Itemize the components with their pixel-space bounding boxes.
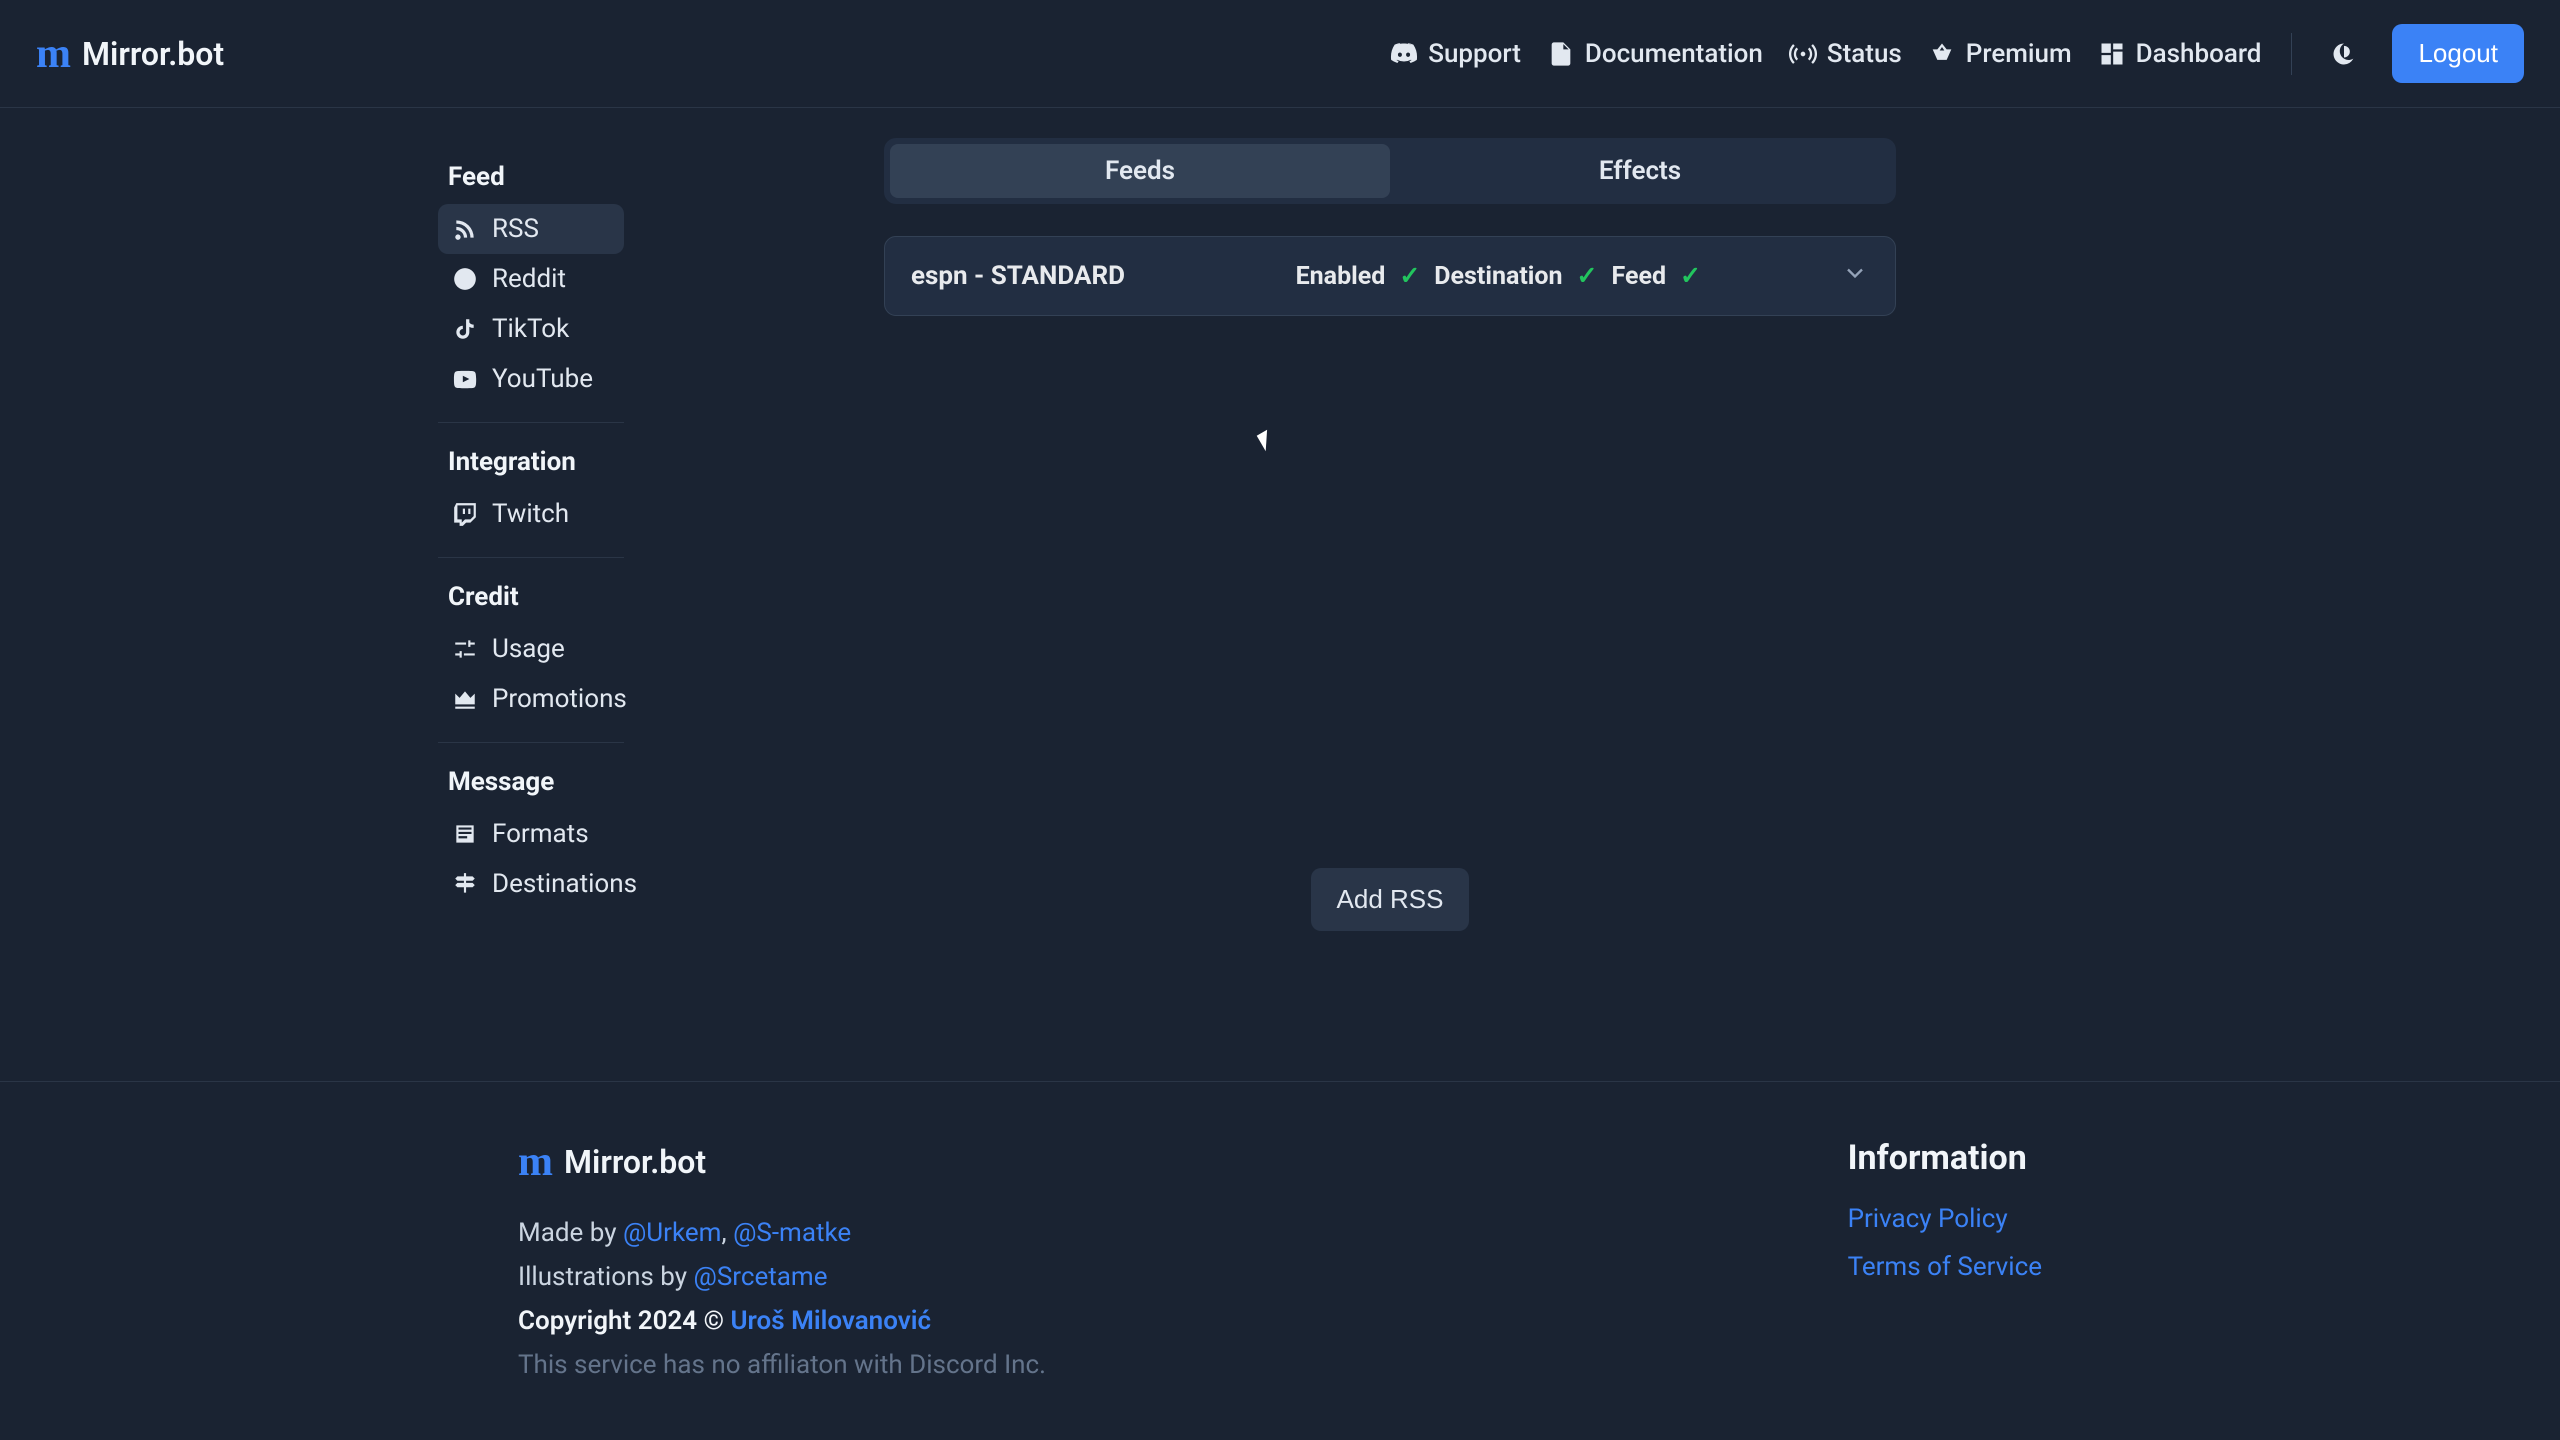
sidebar-item-tiktok[interactable]: TikTok (438, 304, 624, 354)
content-area: Feeds Effects espn - STANDARD Enabled ✓ … (884, 138, 1896, 1081)
premium-icon (1928, 40, 1956, 68)
sidebar-section-message: Message Formats Destinations (438, 742, 624, 923)
nav-separator (2291, 33, 2292, 75)
crown-icon (452, 686, 478, 712)
footer-illustrator-link[interactable]: @Srcetame (694, 1262, 828, 1292)
sidebar-item-label: Formats (492, 819, 589, 849)
footer-left: m Mirror.bot Made by @Urkem, @S-matke Il… (518, 1138, 1046, 1380)
footer-copyright: Copyright 2024 © Uroš Milovanović (518, 1306, 1046, 1336)
list-icon (452, 821, 478, 847)
sidebar-item-promotions[interactable]: Promotions (438, 674, 624, 724)
sidebar-item-label: Reddit (492, 264, 566, 294)
footer-logo[interactable]: m Mirror.bot (518, 1138, 1046, 1186)
sidebar-item-twitch[interactable]: Twitch (438, 489, 624, 539)
nav-dashboard-label: Dashboard (2136, 39, 2262, 69)
logo-mark-icon: m (36, 30, 68, 78)
brand-name: Mirror.bot (82, 35, 224, 73)
feed-row[interactable]: espn - STANDARD Enabled ✓ Destination ✓ … (884, 236, 1896, 316)
footer-privacy-link[interactable]: Privacy Policy (1848, 1204, 2042, 1234)
check-icon: ✓ (1577, 261, 1598, 291)
check-icon: ✓ (1680, 261, 1701, 291)
sidebar-item-label: Promotions (492, 684, 627, 714)
sidebar-item-reddit[interactable]: Reddit (438, 254, 624, 304)
sidebar-section-feed: Feed RSS Reddit TikTok YouTube (438, 138, 624, 418)
footer-text: Illustrations by (518, 1262, 694, 1292)
twitch-icon (452, 501, 478, 527)
sidebar-section-credit: Credit Usage Promotions (438, 557, 624, 738)
nav-status[interactable]: Status (1789, 39, 1902, 69)
sidebar-heading-integration: Integration (438, 437, 624, 489)
status-destination-label: Destination (1434, 262, 1562, 291)
sidebar-item-formats[interactable]: Formats (438, 809, 624, 859)
chevron-down-icon (1841, 259, 1869, 287)
footer-illustrations: Illustrations by @Srcetame (518, 1262, 1046, 1292)
feed-row-name: espn - STANDARD (911, 261, 1296, 291)
logo-mark-icon: m (518, 1138, 550, 1186)
feed-row-statuses: Enabled ✓ Destination ✓ Feed ✓ (1296, 261, 1701, 291)
nav-premium[interactable]: Premium (1928, 39, 2072, 69)
nav-documentation-label: Documentation (1585, 39, 1763, 69)
sidebar-item-label: TikTok (492, 314, 569, 344)
sidebar-item-usage[interactable]: Usage (438, 624, 624, 674)
reddit-icon (452, 266, 478, 292)
discord-icon (1390, 40, 1418, 68)
sidebar-section-integration: Integration Twitch (438, 422, 624, 553)
sidebar-item-label: YouTube (492, 364, 593, 394)
nav-dashboard[interactable]: Dashboard (2098, 39, 2262, 69)
footer-tos-link[interactable]: Terms of Service (1848, 1252, 2042, 1282)
sidebar-item-label: RSS (492, 214, 539, 244)
footer-info-heading: Information (1848, 1138, 2042, 1178)
app-header: m Mirror.bot Support Documentation Statu… (0, 0, 2560, 108)
sidebar-item-rss[interactable]: RSS (438, 204, 624, 254)
sidebar-heading-feed: Feed (438, 152, 624, 204)
sidebar-item-label: Twitch (492, 499, 569, 529)
expand-toggle[interactable] (1841, 259, 1869, 293)
nav-status-label: Status (1827, 39, 1902, 69)
header-nav: Support Documentation Status Premium Das… (1390, 24, 2524, 83)
status-enabled-label: Enabled (1296, 262, 1386, 291)
sidebar-item-youtube[interactable]: YouTube (438, 354, 624, 404)
sidebar-item-label: Usage (492, 634, 565, 664)
nav-support[interactable]: Support (1390, 39, 1521, 69)
status-feed-label: Feed (1612, 262, 1667, 291)
sidebar: Feed RSS Reddit TikTok YouTube Integrati… (438, 138, 624, 1081)
footer: m Mirror.bot Made by @Urkem, @S-matke Il… (0, 1081, 2560, 1440)
sidebar-item-label: Destinations (492, 869, 637, 899)
nav-premium-label: Premium (1966, 39, 2072, 69)
tiktok-icon (452, 316, 478, 342)
footer-text: Made by (518, 1218, 623, 1248)
footer-text: Copyright 2024 © (518, 1306, 730, 1336)
sidebar-heading-credit: Credit (438, 572, 624, 624)
footer-author1-link[interactable]: @Urkem (623, 1218, 722, 1248)
footer-brand-name: Mirror.bot (564, 1143, 706, 1181)
tab-effects[interactable]: Effects (1390, 144, 1890, 198)
logout-button[interactable]: Logout (2392, 24, 2524, 83)
check-icon: ✓ (1399, 261, 1420, 291)
footer-author2-link[interactable]: @S-matke (733, 1218, 851, 1248)
tab-feeds[interactable]: Feeds (890, 144, 1390, 198)
footer-disclaimer: This service has no affiliaton with Disc… (518, 1350, 1046, 1380)
dashboard-icon (2098, 40, 2126, 68)
brand-logo[interactable]: m Mirror.bot (36, 30, 224, 78)
sidebar-heading-message: Message (438, 757, 624, 809)
footer-right: Information Privacy Policy Terms of Serv… (1848, 1138, 2042, 1380)
sidebar-item-destinations[interactable]: Destinations (438, 859, 624, 909)
add-rss-button[interactable]: Add RSS (1311, 868, 1470, 931)
main-area: Feed RSS Reddit TikTok YouTube Integrati… (0, 108, 2560, 1081)
broadcast-icon (1789, 40, 1817, 68)
sliders-icon (452, 636, 478, 662)
footer-made-by: Made by @Urkem, @S-matke (518, 1218, 1046, 1248)
signpost-icon (452, 871, 478, 897)
nav-documentation[interactable]: Documentation (1547, 39, 1763, 69)
youtube-icon (452, 366, 478, 392)
footer-copyright-link[interactable]: Uroš Milovanović (730, 1306, 931, 1336)
footer-text: , (721, 1218, 733, 1248)
content-tabs: Feeds Effects (884, 138, 1896, 204)
theme-icon (2330, 40, 2358, 68)
document-icon (1547, 40, 1575, 68)
nav-support-label: Support (1428, 39, 1521, 69)
theme-toggle[interactable] (2322, 32, 2366, 76)
rss-icon (452, 216, 478, 242)
